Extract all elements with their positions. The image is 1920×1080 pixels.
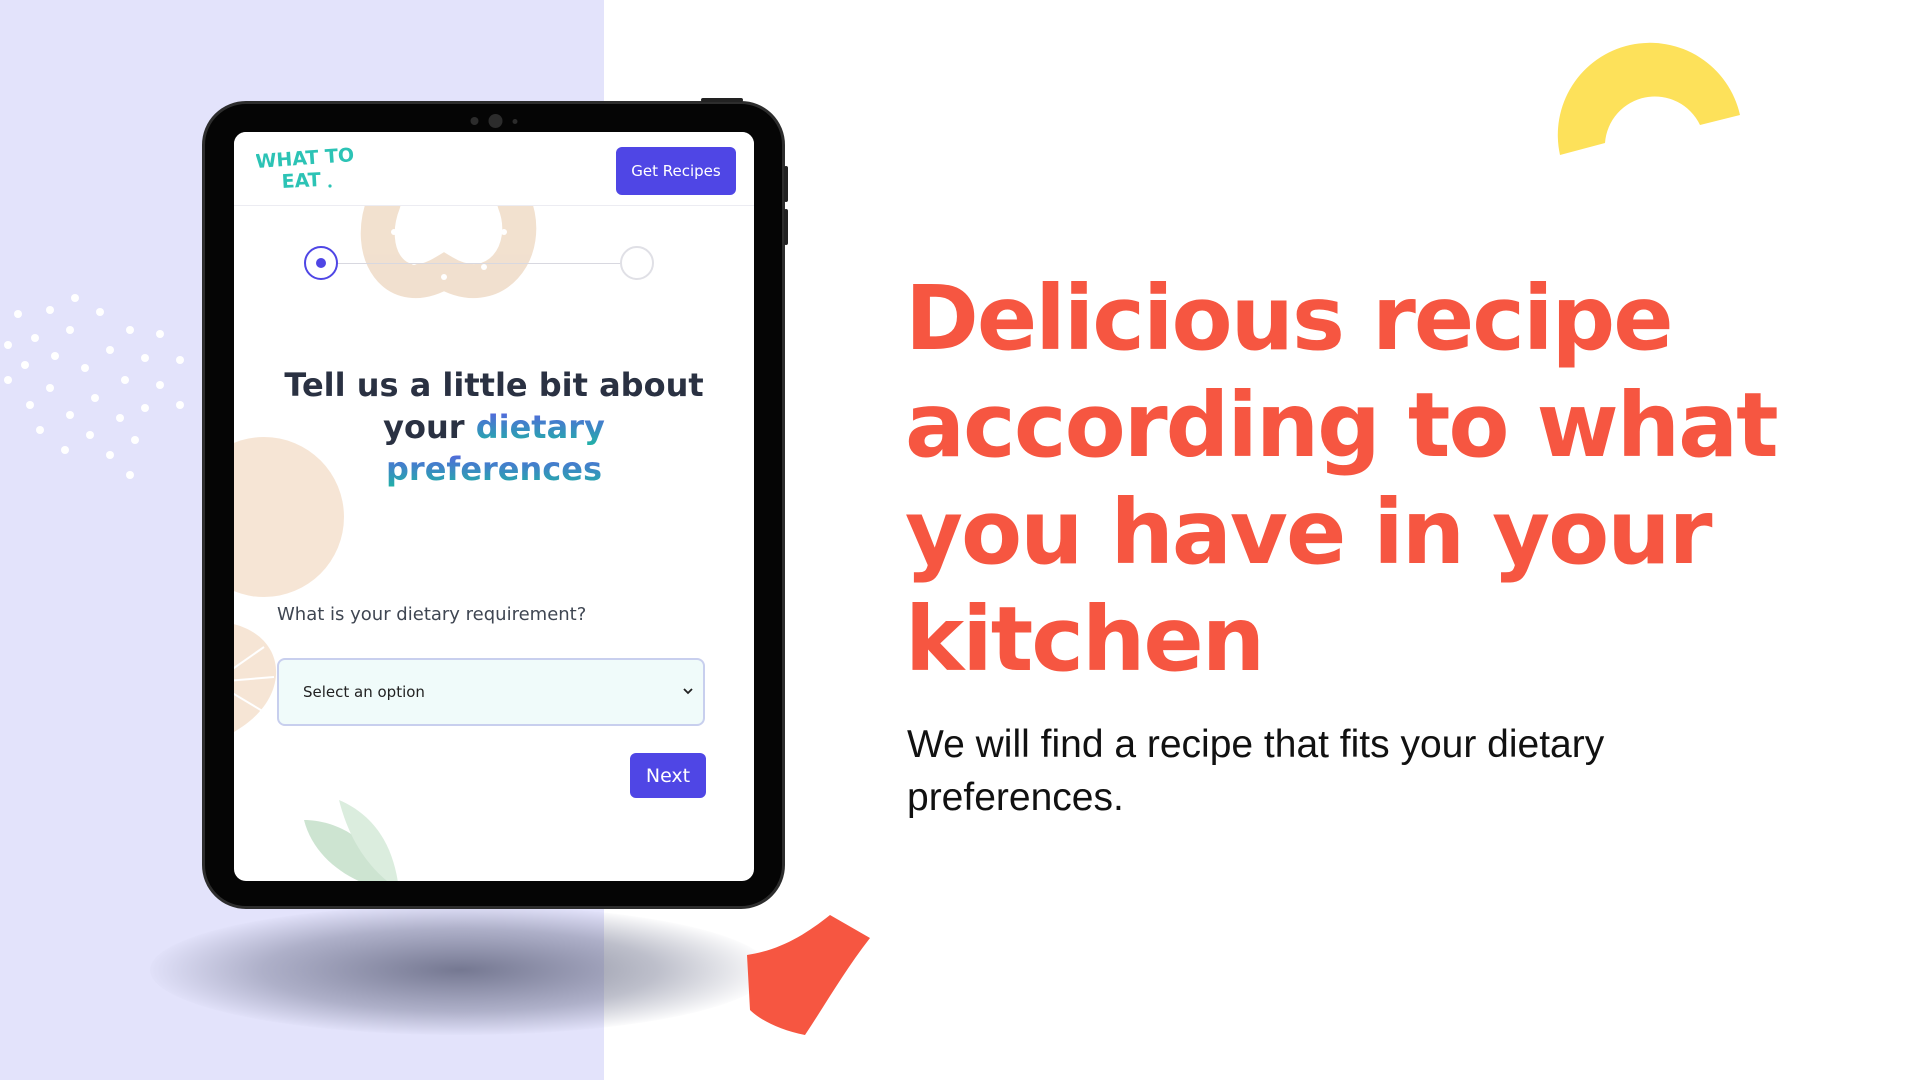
- tablet-camera: [470, 114, 517, 128]
- chevron-down-icon: [683, 688, 693, 695]
- stepper-line: [322, 263, 636, 264]
- dietary-question-label: What is your dietary requirement?: [277, 604, 587, 625]
- app-header: WHAT TO EAT Get Recipes: [234, 132, 754, 206]
- decorative-dots: [4, 294, 184, 479]
- dietary-requirement-select[interactable]: Select an option: [277, 658, 705, 726]
- step-2-inactive: [620, 246, 654, 280]
- tablet-shadow: [150, 905, 770, 1035]
- yellow-arc-decoration: [1557, 42, 1740, 155]
- step-1-active: [304, 246, 338, 280]
- select-value: Select an option: [303, 683, 425, 701]
- progress-stepper: [304, 246, 654, 282]
- next-button[interactable]: Next: [630, 753, 706, 798]
- form-heading: Tell us a little bit about your dietary …: [254, 364, 734, 490]
- heading-highlight-preferences: preferences: [386, 450, 602, 488]
- leaf-illustration: [304, 800, 398, 881]
- tablet-top-button: [701, 98, 743, 102]
- red-shape-decoration: [747, 915, 870, 1035]
- promo-title: Delicious recipe according to what you h…: [905, 266, 1779, 691]
- get-recipes-button[interactable]: Get Recipes: [616, 147, 736, 195]
- tablet-device: WHAT TO EAT Get Recipes Tell us a little…: [202, 98, 788, 909]
- heading-line-1: Tell us a little bit about: [284, 366, 704, 404]
- what-to-eat-logo[interactable]: WHAT TO EAT: [256, 146, 366, 190]
- heading-line-2: your: [383, 408, 476, 446]
- app-screen: WHAT TO EAT Get Recipes Tell us a little…: [234, 132, 754, 881]
- tablet-side-button: [784, 166, 788, 202]
- svg-text:EAT: EAT: [281, 169, 321, 190]
- tablet-side-button: [784, 209, 788, 245]
- heading-highlight-dietary: dietary: [475, 408, 605, 446]
- promo-subtitle: We will find a recipe that fits your die…: [907, 723, 1605, 819]
